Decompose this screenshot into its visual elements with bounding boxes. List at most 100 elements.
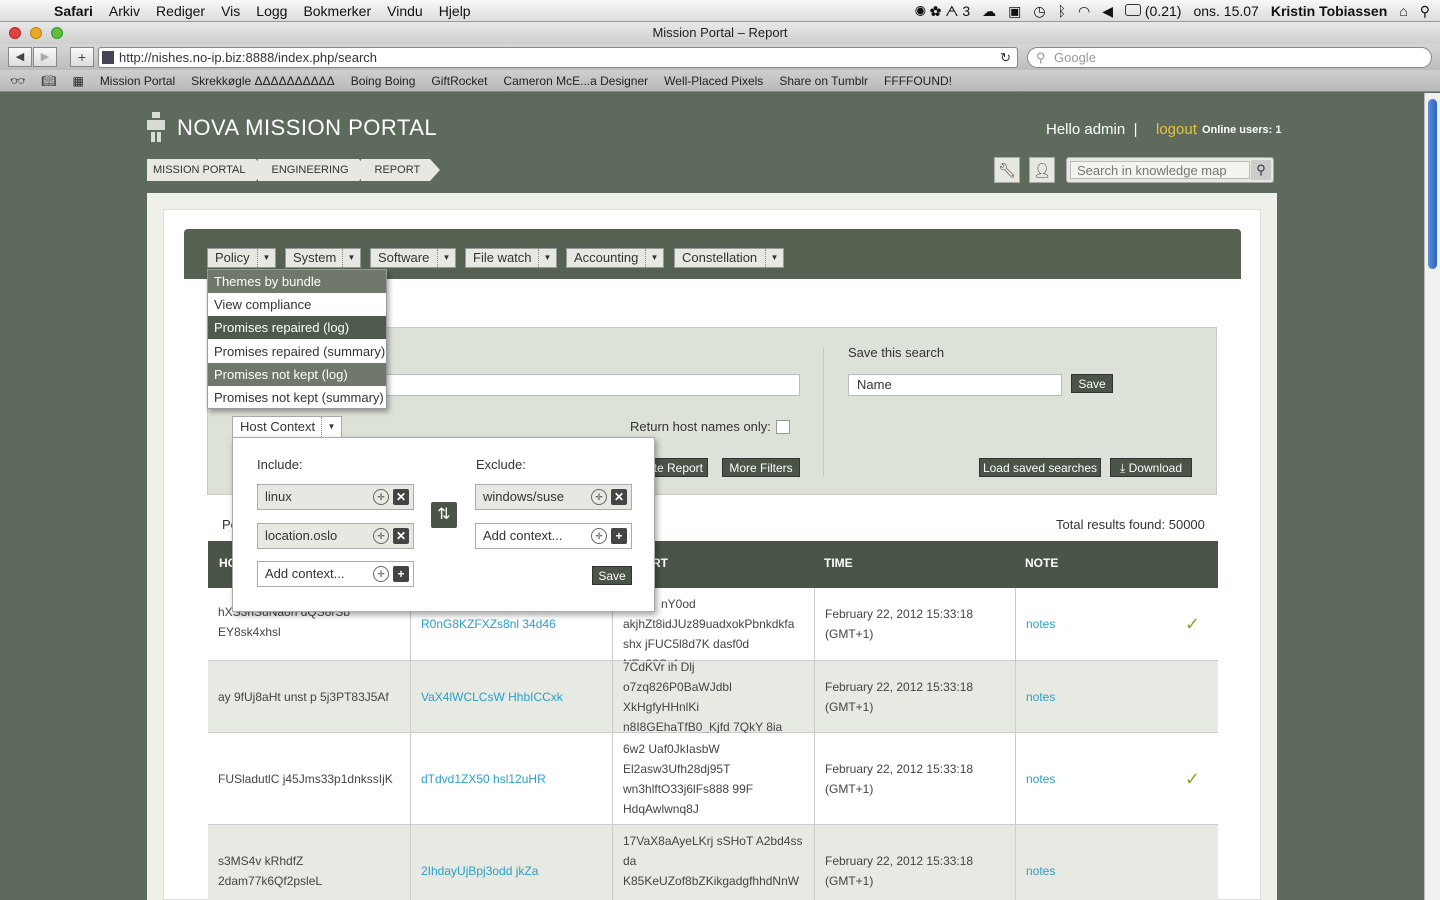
time-machine-icon[interactable]: ◷ <box>1033 3 1045 20</box>
search-text-field[interactable] <box>360 374 800 396</box>
target-icon[interactable]: ✛ <box>591 489 607 505</box>
menu-item-promises-repaired-summary[interactable]: Promises repaired (summary) <box>208 340 386 363</box>
volume-icon[interactable]: ◀︎ <box>1102 3 1113 20</box>
id-link[interactable]: VaX4lWCLCsW HhbICCxk <box>421 687 563 707</box>
menu-item-promises-not-kept-summary[interactable]: Promises not kept (summary) <box>208 386 386 409</box>
spotlight-icon[interactable]: ⚲ <box>1420 3 1430 20</box>
tab-accounting[interactable]: Accounting ▼ <box>566 248 664 268</box>
exclude-add-context-input[interactable]: Add context... ✛ + <box>475 523 632 549</box>
user-home-icon[interactable]: ⌂ <box>1399 3 1407 19</box>
notes-link[interactable]: notes <box>1026 861 1055 881</box>
bookmarks-book-icon[interactable]: 📖︎ <box>33 74 64 88</box>
cloud-icon[interactable]: ☁ <box>982 3 996 20</box>
target-icon[interactable]: ✛ <box>373 489 389 505</box>
tab-constellation[interactable]: Constellation ▼ <box>674 248 784 268</box>
status-icons-group[interactable]: ◉ ✿ ᗅ 3 <box>915 3 970 20</box>
target-icon[interactable]: ✛ <box>373 566 389 582</box>
return-hosts-checkbox[interactable] <box>776 420 790 434</box>
col-time[interactable]: TIME <box>824 556 853 570</box>
app-logo-text[interactable]: NOVA MISSION PORTAL <box>177 115 437 141</box>
bookmark-giftrocket[interactable]: GiftRocket <box>423 74 495 88</box>
battery-icon[interactable]: (0.21) <box>1124 3 1181 19</box>
breadcrumb-mission-portal[interactable]: MISSION PORTAL <box>147 159 265 181</box>
remove-icon[interactable]: ✕ <box>393 528 409 544</box>
menu-item-promises-not-kept-log[interactable]: Promises not kept (log) <box>208 363 386 386</box>
context-save-button[interactable]: Save <box>592 566 632 585</box>
context-value: linux <box>265 489 292 504</box>
target-icon[interactable]: ✛ <box>591 528 607 544</box>
tab-software[interactable]: Software ▼ <box>370 248 456 268</box>
tab-file-watch[interactable]: File watch ▼ <box>465 248 557 268</box>
id-link[interactable]: R0nG8KZFXZs8nl 34d46 <box>421 614 556 634</box>
user-button[interactable]: 👤︎ <box>1029 157 1055 183</box>
minimize-window-icon[interactable] <box>30 27 42 39</box>
id-link[interactable]: 2IhdayUjBpj3odd jkZa <box>421 861 538 881</box>
display-icon[interactable]: ▣ <box>1008 3 1021 20</box>
clock[interactable]: ons. 15.07 <box>1193 3 1258 19</box>
load-saved-searches-button[interactable]: Load saved searches <box>979 458 1101 477</box>
menu-item-themes-by-bundle[interactable]: Themes by bundle <box>208 270 386 293</box>
scrollbar-thumb[interactable] <box>1428 99 1437 269</box>
settings-wrench-button[interactable]: 🔧︎ <box>994 157 1020 183</box>
close-window-icon[interactable] <box>9 27 21 39</box>
generate-report-button[interactable]: te Report <box>652 458 708 477</box>
menu-item-promises-repaired-log[interactable]: Promises repaired (log) <box>208 316 386 339</box>
tab-policy[interactable]: Policy ▼ <box>207 248 276 268</box>
notes-link[interactable]: notes <box>1026 687 1055 707</box>
target-icon[interactable]: ✛ <box>373 528 389 544</box>
bluetooth-icon[interactable]: ᛒ <box>1058 3 1066 19</box>
swap-icon[interactable]: ⇅ <box>431 502 457 528</box>
menu-bokmerker[interactable]: Bokmerker <box>295 3 379 19</box>
knowledge-search-input[interactable] <box>1070 161 1250 179</box>
reload-icon[interactable]: ↻ <box>1000 48 1011 67</box>
id-link[interactable]: dTdvd1ZX50 hsl12uHR <box>421 769 546 789</box>
menu-item-view-compliance[interactable]: View compliance <box>208 293 386 316</box>
menu-arkiv[interactable]: Arkiv <box>101 3 148 19</box>
breadcrumb-report[interactable]: REPORT <box>360 159 440 181</box>
logout-link[interactable]: logout <box>1156 121 1197 138</box>
back-button[interactable]: ◀ <box>8 47 32 67</box>
notes-link[interactable]: notes <box>1026 614 1055 634</box>
wifi-icon[interactable]: ◠ <box>1078 3 1090 20</box>
menu-logg[interactable]: Logg <box>248 3 295 19</box>
include-add-context-input[interactable]: Add context... ✛ + <box>257 561 414 587</box>
forward-button[interactable]: ▶ <box>33 47 57 67</box>
remove-icon[interactable]: ✕ <box>393 489 409 505</box>
top-sites-icon[interactable]: ▦ <box>64 74 91 88</box>
tab-system[interactable]: System ▼ <box>285 248 361 268</box>
col-note[interactable]: NOTE <box>1025 556 1058 570</box>
menu-rediger[interactable]: Rediger <box>148 3 213 19</box>
menu-hjelp[interactable]: Hjelp <box>431 3 479 19</box>
reading-list-icon[interactable]: 👓︎ <box>0 74 33 88</box>
breadcrumb-engineering[interactable]: ENGINEERING <box>257 159 369 181</box>
menu-vindu[interactable]: Vindu <box>379 3 431 19</box>
add-bookmark-button[interactable]: + <box>70 47 94 67</box>
bookmark-mission-portal[interactable]: Mission Portal <box>92 74 183 88</box>
browser-search-field[interactable]: ⚲ Google <box>1027 47 1432 68</box>
bookmark-boing-boing[interactable]: Boing Boing <box>343 74 424 88</box>
page-scrollbar[interactable] <box>1424 93 1440 900</box>
time-line: (GMT+1) <box>825 874 874 888</box>
menu-app[interactable]: Safari <box>46 3 101 19</box>
bookmark-well-placed-pixels[interactable]: Well-Placed Pixels <box>656 74 771 88</box>
context-value: windows/suse <box>483 489 564 504</box>
user-name[interactable]: Kristin Tobiassen <box>1271 3 1387 19</box>
host-cell: ay 9fUj8aHt unst p 5j3PT83J5Af <box>208 661 411 732</box>
url-field[interactable]: http://nishes.no-ip.biz:8888/index.php/s… <box>98 47 1018 68</box>
notes-link[interactable]: notes <box>1026 769 1055 789</box>
download-button[interactable]: ⤓ Download <box>1110 458 1192 477</box>
save-search-button[interactable]: Save <box>1071 374 1113 393</box>
add-icon[interactable]: + <box>393 566 409 582</box>
bookmark-skrekkogle[interactable]: Skrekkøgle ΔΔΔΔΔΔΔΔΔΔ <box>183 74 343 88</box>
add-icon[interactable]: + <box>611 528 627 544</box>
bookmark-ffffound[interactable]: FFFFOUND! <box>876 74 960 88</box>
host-context-select[interactable]: Host Context ▼ <box>232 416 342 438</box>
bookmark-cameron[interactable]: Cameron McE...a Designer <box>495 74 656 88</box>
remove-icon[interactable]: ✕ <box>611 489 627 505</box>
more-filters-button[interactable]: More Filters <box>722 458 800 477</box>
bookmark-share-on-tumblr[interactable]: Share on Tumblr <box>771 74 876 88</box>
menu-vis[interactable]: Vis <box>213 3 248 19</box>
zoom-window-icon[interactable] <box>51 27 63 39</box>
save-name-input[interactable]: Name <box>848 374 1062 396</box>
knowledge-search-button[interactable]: ⚲ <box>1251 160 1271 180</box>
